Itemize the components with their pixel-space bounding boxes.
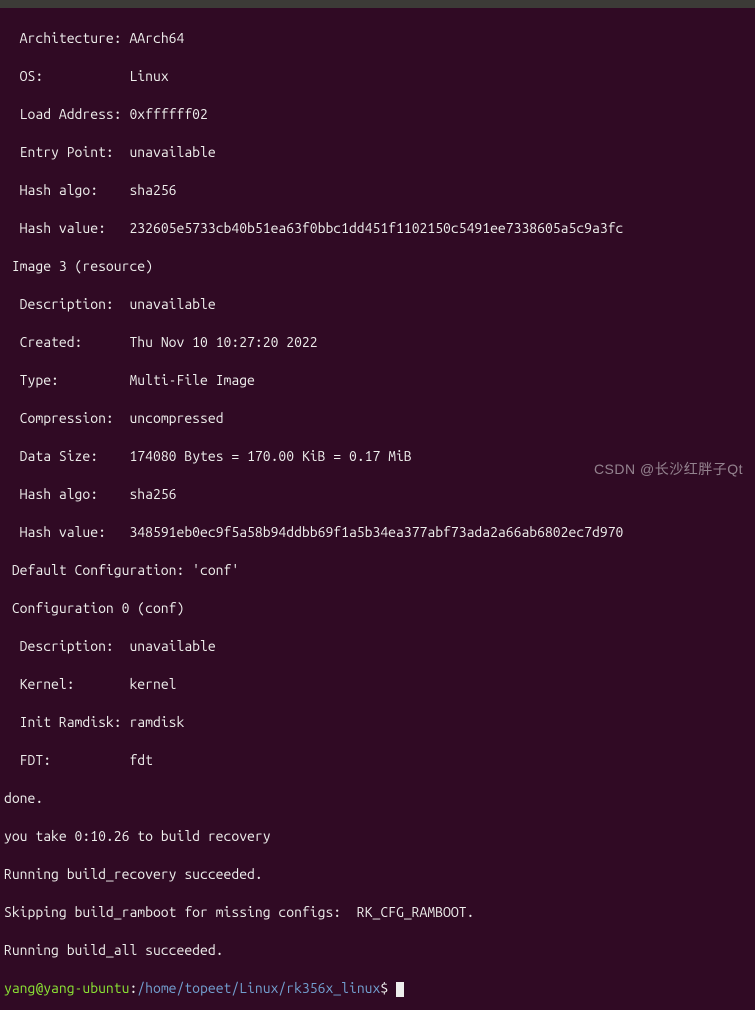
type-key: Type: bbox=[4, 372, 59, 388]
all-line: Running build_all succeeded. bbox=[4, 941, 751, 960]
ramdisk-val: ramdisk bbox=[129, 714, 184, 730]
hash3-val: 348591eb0ec9f5a58b94ddbb69f1a5b34ea377ab… bbox=[129, 524, 623, 540]
time-line: you take 0:10.26 to build recovery bbox=[4, 827, 751, 846]
prompt-path: /home/topeet/Linux/rk356x_linux bbox=[137, 980, 380, 996]
watermark: CSDN @长沙红胖子Qt bbox=[594, 460, 743, 479]
kernel-key: Kernel: bbox=[4, 676, 75, 692]
entry-key: Entry Point: bbox=[4, 144, 114, 160]
desc-val: unavailable bbox=[129, 296, 215, 312]
size-key: Data Size: bbox=[4, 448, 98, 464]
hash3-key: Hash value: bbox=[4, 524, 106, 540]
cursor-icon bbox=[396, 982, 404, 997]
desc-key: Description: bbox=[4, 296, 114, 312]
prompt-line[interactable]: yang@yang-ubuntu:/home/topeet/Linux/rk35… bbox=[4, 979, 751, 998]
arch-val: AArch64 bbox=[129, 30, 184, 46]
created-val: Thu Nov 10 10:27:20 2022 bbox=[129, 334, 317, 350]
default-conf: Default Configuration: 'conf' bbox=[4, 561, 751, 580]
algo-val: sha256 bbox=[129, 182, 176, 198]
cdesc-key: Description: bbox=[4, 638, 114, 654]
size-val: 174080 Bytes = 170.00 KiB = 0.17 MiB bbox=[129, 448, 411, 464]
algo-key: Hash algo: bbox=[4, 182, 98, 198]
skip-line: Skipping build_ramboot for missing confi… bbox=[4, 903, 751, 922]
conf-header: Configuration 0 (conf) bbox=[4, 599, 751, 618]
prompt-colon: : bbox=[129, 980, 137, 996]
prompt-user: yang@yang-ubuntu bbox=[4, 980, 129, 996]
kernel-val: kernel bbox=[129, 676, 176, 692]
type-val: Multi-File Image bbox=[129, 372, 254, 388]
menu-bar: File Edit View Search Terminal Help bbox=[0, 0, 755, 8]
algo3-val: sha256 bbox=[129, 486, 176, 502]
entry-val: unavailable bbox=[129, 144, 215, 160]
recov-line: Running build_recovery succeeded. bbox=[4, 865, 751, 884]
image3-header: Image 3 (resource) bbox=[4, 257, 751, 276]
terminal-output[interactable]: Architecture: AArch64 OS: Linux Load Add… bbox=[0, 8, 755, 1010]
fdt-val: fdt bbox=[129, 752, 153, 768]
comp-key: Compression: bbox=[4, 410, 114, 426]
os-val: Linux bbox=[129, 68, 168, 84]
comp-val: uncompressed bbox=[129, 410, 223, 426]
algo3-key: Hash algo: bbox=[4, 486, 98, 502]
load-val: 0xffffff02 bbox=[129, 106, 207, 122]
hash-key: Hash value: bbox=[4, 220, 106, 236]
done-line: done. bbox=[4, 789, 751, 808]
arch-key: Architecture: bbox=[4, 30, 122, 46]
load-key: Load Address: bbox=[4, 106, 122, 122]
prompt-dollar: $ bbox=[380, 980, 396, 996]
ramdisk-key: Init Ramdisk: bbox=[4, 714, 122, 730]
fdt-key: FDT: bbox=[4, 752, 51, 768]
cdesc-val: unavailable bbox=[129, 638, 215, 654]
hash-val: 232605e5733cb40b51ea63f0bbc1dd451f110215… bbox=[129, 220, 623, 236]
os-key: OS: bbox=[4, 68, 43, 84]
created-key: Created: bbox=[4, 334, 82, 350]
